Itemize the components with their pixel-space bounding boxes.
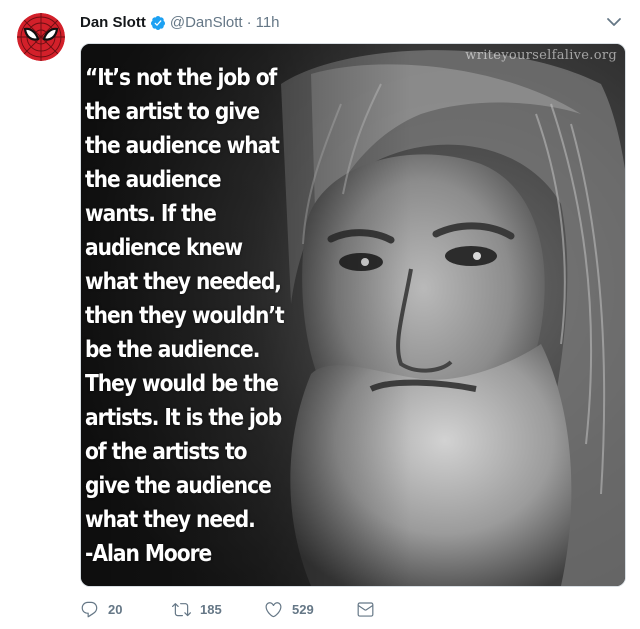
reply-button[interactable]: 20	[80, 600, 132, 619]
verified-badge-icon	[150, 16, 165, 30]
tweet-card[interactable]: Dan Slott @DanSlott · 11h writeyourselfa…	[0, 0, 640, 629]
avatar[interactable]	[17, 13, 65, 61]
quote-line: audience knew	[85, 233, 243, 261]
tweet-media-image[interactable]: writeyourselfalive.org “It’s not the job…	[80, 43, 626, 587]
reply-count: 20	[108, 601, 123, 617]
quote-line: the audience what	[85, 131, 280, 159]
retweet-icon	[172, 602, 191, 616]
heart-icon	[265, 601, 282, 617]
envelope-icon	[357, 601, 374, 617]
quote-line: the artist to give	[85, 97, 260, 125]
user-handle[interactable]: @DanSlott	[170, 13, 243, 33]
quote-line: artists. It is the job	[85, 403, 282, 431]
quote-line: They would be the	[85, 369, 279, 397]
direct-message-button[interactable]	[356, 600, 384, 619]
quote-line: what they needed,	[85, 267, 282, 295]
quote-line: then they wouldn’t	[85, 301, 285, 329]
image-quote-text: “It’s not the job of the artist to give …	[85, 60, 343, 570]
like-count: 529	[292, 601, 314, 617]
retweet-count: 185	[200, 601, 222, 617]
quote-line: “It’s not the job of	[85, 63, 277, 91]
quote-line: wants. If the	[85, 199, 217, 227]
tweet-header: Dan Slott @DanSlott · 11h	[80, 12, 280, 34]
tweet-actions: 20 185 529	[80, 597, 424, 621]
watermark: writeyourselfalive.org	[465, 48, 617, 63]
chevron-down-icon[interactable]	[605, 13, 623, 31]
spider-man-mask-icon	[17, 13, 65, 61]
reply-icon	[81, 601, 98, 617]
quote-line: the audience	[85, 165, 222, 193]
like-button[interactable]: 529	[264, 600, 316, 619]
quote-line: be the audience.	[85, 335, 260, 363]
quote-line: what they need.	[85, 505, 256, 533]
retweet-button[interactable]: 185	[172, 600, 224, 619]
quote-attribution: -Alan Moore	[85, 539, 212, 567]
separator-dot: ·	[246, 14, 252, 31]
quote-line: give the audience	[85, 471, 272, 499]
timestamp-link[interactable]: 11h	[256, 13, 280, 33]
display-name[interactable]: Dan Slott	[80, 13, 146, 33]
quote-line: of the artists to	[85, 437, 247, 465]
